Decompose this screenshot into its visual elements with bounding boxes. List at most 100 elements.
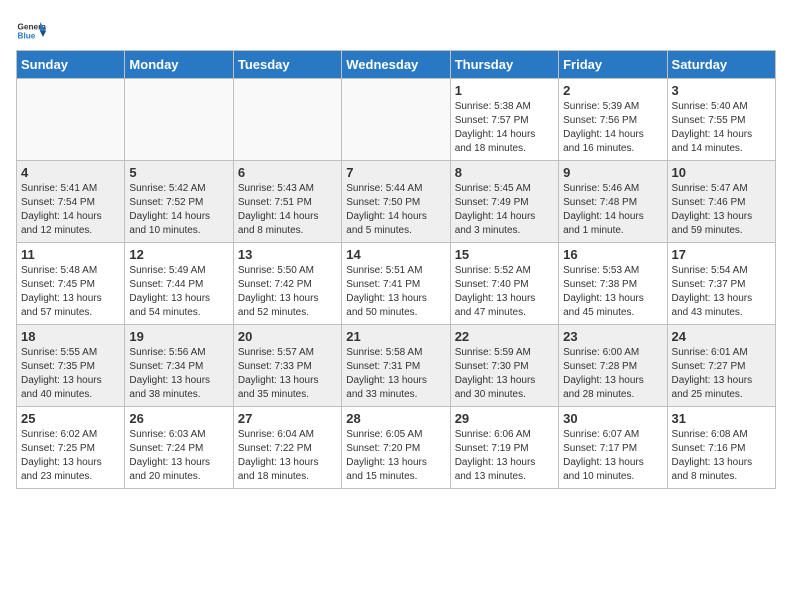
calendar-day-cell: 7 Sunrise: 5:44 AMSunset: 7:50 PMDaylight… bbox=[342, 161, 450, 243]
calendar-day-cell bbox=[17, 79, 125, 161]
day-info: Sunrise: 5:42 AMSunset: 7:52 PMDaylight:… bbox=[129, 182, 228, 238]
day-info: Sunrise: 6:04 AMSunset: 7:22 PMDaylight:… bbox=[238, 428, 337, 484]
weekday-header: Friday bbox=[559, 51, 667, 79]
calendar-day-cell: 8 Sunrise: 5:45 AMSunset: 7:49 PMDaylight… bbox=[450, 161, 558, 243]
day-number: 27 bbox=[238, 411, 337, 426]
logo-icon: General Blue bbox=[16, 16, 46, 46]
calendar-day-cell: 23 Sunrise: 6:00 AMSunset: 7:28 PMDayligh… bbox=[559, 325, 667, 407]
day-info: Sunrise: 5:51 AMSunset: 7:41 PMDaylight:… bbox=[346, 264, 445, 320]
calendar-week-row: 4 Sunrise: 5:41 AMSunset: 7:54 PMDaylight… bbox=[17, 161, 776, 243]
day-info: Sunrise: 5:55 AMSunset: 7:35 PMDaylight:… bbox=[21, 346, 120, 402]
day-number: 13 bbox=[238, 247, 337, 262]
calendar-week-row: 11Sunrise: 5:48 AMSunset: 7:45 PMDayligh… bbox=[17, 243, 776, 325]
weekday-header: Tuesday bbox=[233, 51, 341, 79]
calendar-day-cell: 13 Sunrise: 5:50 AMSunset: 7:42 PMDayligh… bbox=[233, 243, 341, 325]
calendar-day-cell: 15 Sunrise: 5:52 AMSunset: 7:40 PMDayligh… bbox=[450, 243, 558, 325]
day-number: 26 bbox=[129, 411, 228, 426]
calendar-day-cell: 30Sunrise: 6:07 AMSunset: 7:17 PMDayligh… bbox=[559, 407, 667, 489]
calendar-day-cell: 17Sunrise: 5:54 AMSunset: 7:37 PMDayligh… bbox=[667, 243, 775, 325]
calendar-day-cell: 18 Sunrise: 5:55 AMSunset: 7:35 PMDayligh… bbox=[17, 325, 125, 407]
day-info: Sunrise: 5:41 AMSunset: 7:54 PMDaylight:… bbox=[21, 182, 120, 238]
day-number: 1 bbox=[455, 83, 554, 98]
calendar-day-cell: 31 Sunrise: 6:08 AMSunset: 7:16 PMDayligh… bbox=[667, 407, 775, 489]
calendar-day-cell: 9Sunrise: 5:46 AMSunset: 7:48 PMDaylight… bbox=[559, 161, 667, 243]
day-number: 6 bbox=[238, 165, 337, 180]
day-number: 18 bbox=[21, 329, 120, 344]
calendar-day-cell: 16 Sunrise: 5:53 AMSunset: 7:38 PMDayligh… bbox=[559, 243, 667, 325]
day-info: Sunrise: 6:06 AMSunset: 7:19 PMDaylight:… bbox=[455, 428, 554, 484]
calendar-day-cell: 21Sunrise: 5:58 AMSunset: 7:31 PMDayligh… bbox=[342, 325, 450, 407]
day-number: 15 bbox=[455, 247, 554, 262]
day-info: Sunrise: 5:39 AMSunset: 7:56 PMDaylight:… bbox=[563, 100, 662, 156]
day-number: 23 bbox=[563, 329, 662, 344]
calendar-day-cell: 4 Sunrise: 5:41 AMSunset: 7:54 PMDaylight… bbox=[17, 161, 125, 243]
calendar-day-cell: 3 Sunrise: 5:40 AMSunset: 7:55 PMDaylight… bbox=[667, 79, 775, 161]
logo: General Blue bbox=[16, 16, 46, 46]
page-header: General Blue bbox=[16, 16, 776, 46]
calendar-day-cell: 25Sunrise: 6:02 AMSunset: 7:25 PMDayligh… bbox=[17, 407, 125, 489]
calendar-table: SundayMondayTuesdayWednesdayThursdayFrid… bbox=[16, 50, 776, 489]
day-number: 14 bbox=[346, 247, 445, 262]
calendar-day-cell: 2 Sunrise: 5:39 AMSunset: 7:56 PMDaylight… bbox=[559, 79, 667, 161]
calendar-day-cell: 29 Sunrise: 6:06 AMSunset: 7:19 PMDayligh… bbox=[450, 407, 558, 489]
day-info: Sunrise: 5:52 AMSunset: 7:40 PMDaylight:… bbox=[455, 264, 554, 320]
day-info: Sunrise: 5:43 AMSunset: 7:51 PMDaylight:… bbox=[238, 182, 337, 238]
day-number: 22 bbox=[455, 329, 554, 344]
day-number: 12 bbox=[129, 247, 228, 262]
calendar-day-cell: 20 Sunrise: 5:57 AMSunset: 7:33 PMDayligh… bbox=[233, 325, 341, 407]
day-info: Sunrise: 5:49 AMSunset: 7:44 PMDaylight:… bbox=[129, 264, 228, 320]
calendar-day-cell: 6 Sunrise: 5:43 AMSunset: 7:51 PMDaylight… bbox=[233, 161, 341, 243]
day-info: Sunrise: 5:40 AMSunset: 7:55 PMDaylight:… bbox=[672, 100, 771, 156]
day-number: 20 bbox=[238, 329, 337, 344]
day-info: Sunrise: 6:03 AMSunset: 7:24 PMDaylight:… bbox=[129, 428, 228, 484]
day-number: 8 bbox=[455, 165, 554, 180]
day-info: Sunrise: 5:58 AMSunset: 7:31 PMDaylight:… bbox=[346, 346, 445, 402]
calendar-day-cell: 26 Sunrise: 6:03 AMSunset: 7:24 PMDayligh… bbox=[125, 407, 233, 489]
day-info: Sunrise: 5:57 AMSunset: 7:33 PMDaylight:… bbox=[238, 346, 337, 402]
day-info: Sunrise: 5:44 AMSunset: 7:50 PMDaylight:… bbox=[346, 182, 445, 238]
calendar-day-cell: 19 Sunrise: 5:56 AMSunset: 7:34 PMDayligh… bbox=[125, 325, 233, 407]
day-number: 29 bbox=[455, 411, 554, 426]
calendar-day-cell: 11Sunrise: 5:48 AMSunset: 7:45 PMDayligh… bbox=[17, 243, 125, 325]
day-info: Sunrise: 5:56 AMSunset: 7:34 PMDaylight:… bbox=[129, 346, 228, 402]
weekday-header: Monday bbox=[125, 51, 233, 79]
day-number: 2 bbox=[563, 83, 662, 98]
day-number: 4 bbox=[21, 165, 120, 180]
calendar-day-cell: 12 Sunrise: 5:49 AMSunset: 7:44 PMDayligh… bbox=[125, 243, 233, 325]
day-number: 24 bbox=[672, 329, 771, 344]
svg-text:Blue: Blue bbox=[18, 32, 36, 41]
day-info: Sunrise: 6:00 AMSunset: 7:28 PMDaylight:… bbox=[563, 346, 662, 402]
weekday-header: Thursday bbox=[450, 51, 558, 79]
calendar-day-cell: 24 Sunrise: 6:01 AMSunset: 7:27 PMDayligh… bbox=[667, 325, 775, 407]
day-info: Sunrise: 6:07 AMSunset: 7:17 PMDaylight:… bbox=[563, 428, 662, 484]
day-number: 10 bbox=[672, 165, 771, 180]
calendar-day-cell: 22 Sunrise: 5:59 AMSunset: 7:30 PMDayligh… bbox=[450, 325, 558, 407]
day-number: 19 bbox=[129, 329, 228, 344]
calendar-day-cell: 10Sunrise: 5:47 AMSunset: 7:46 PMDayligh… bbox=[667, 161, 775, 243]
day-number: 5 bbox=[129, 165, 228, 180]
day-info: Sunrise: 6:01 AMSunset: 7:27 PMDaylight:… bbox=[672, 346, 771, 402]
day-number: 31 bbox=[672, 411, 771, 426]
calendar-week-row: 18 Sunrise: 5:55 AMSunset: 7:35 PMDayligh… bbox=[17, 325, 776, 407]
day-info: Sunrise: 5:38 AMSunset: 7:57 PMDaylight:… bbox=[455, 100, 554, 156]
day-info: Sunrise: 5:59 AMSunset: 7:30 PMDaylight:… bbox=[455, 346, 554, 402]
day-info: Sunrise: 5:53 AMSunset: 7:38 PMDaylight:… bbox=[563, 264, 662, 320]
day-number: 9 bbox=[563, 165, 662, 180]
calendar-day-cell: 1 Sunrise: 5:38 AMSunset: 7:57 PMDaylight… bbox=[450, 79, 558, 161]
day-number: 7 bbox=[346, 165, 445, 180]
day-info: Sunrise: 6:08 AMSunset: 7:16 PMDaylight:… bbox=[672, 428, 771, 484]
weekday-header: Saturday bbox=[667, 51, 775, 79]
day-number: 25 bbox=[21, 411, 120, 426]
day-info: Sunrise: 5:50 AMSunset: 7:42 PMDaylight:… bbox=[238, 264, 337, 320]
calendar-week-row: 25Sunrise: 6:02 AMSunset: 7:25 PMDayligh… bbox=[17, 407, 776, 489]
calendar-week-row: 1 Sunrise: 5:38 AMSunset: 7:57 PMDaylight… bbox=[17, 79, 776, 161]
day-info: Sunrise: 5:48 AMSunset: 7:45 PMDaylight:… bbox=[21, 264, 120, 320]
day-info: Sunrise: 5:45 AMSunset: 7:49 PMDaylight:… bbox=[455, 182, 554, 238]
calendar-day-cell bbox=[233, 79, 341, 161]
day-number: 3 bbox=[672, 83, 771, 98]
calendar-day-cell: 28Sunrise: 6:05 AMSunset: 7:20 PMDayligh… bbox=[342, 407, 450, 489]
calendar-header-row: SundayMondayTuesdayWednesdayThursdayFrid… bbox=[17, 51, 776, 79]
weekday-header: Wednesday bbox=[342, 51, 450, 79]
day-number: 16 bbox=[563, 247, 662, 262]
weekday-header: Sunday bbox=[17, 51, 125, 79]
